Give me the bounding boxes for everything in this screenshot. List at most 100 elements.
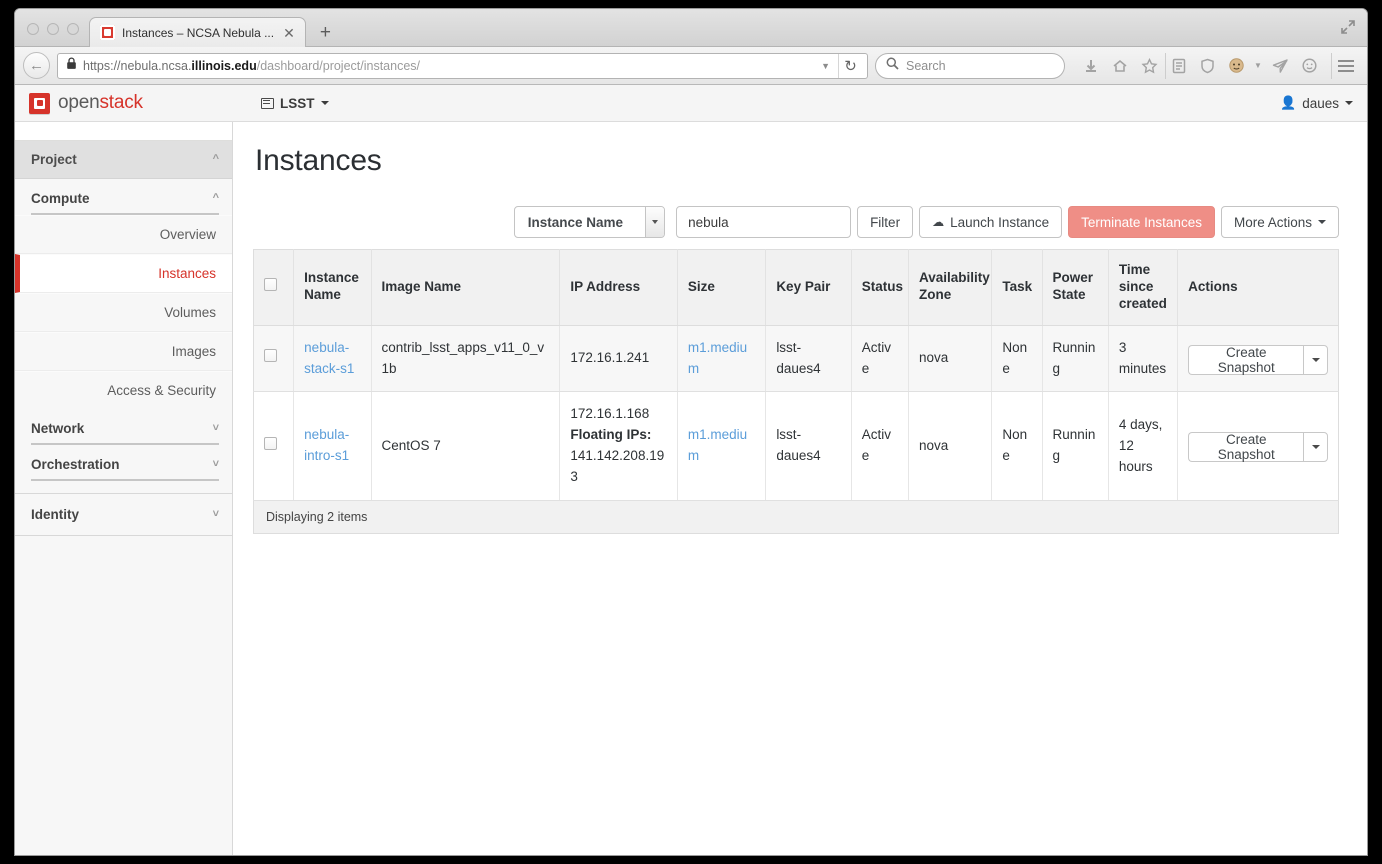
actions-dropdown-toggle[interactable] — [1303, 432, 1328, 463]
pocket-send-icon[interactable] — [1267, 53, 1293, 79]
sidebar-group-orchestration[interactable]: Orchestration ˅ — [15, 445, 232, 472]
bookmark-star-icon[interactable] — [1136, 53, 1162, 79]
sidebar-group-label: Network — [31, 421, 85, 436]
sidebar-item-access-security[interactable]: Access & Security — [15, 371, 232, 409]
openstack-topbar: openstack LSST 👤 daues — [15, 85, 1367, 122]
column-instance-name[interactable]: Instance Name — [293, 249, 372, 326]
column-availability-zone[interactable]: Availability Zone — [908, 249, 993, 326]
close-window-button[interactable] — [27, 23, 39, 35]
column-time-since-created[interactable]: Time since created — [1108, 249, 1179, 326]
cell-actions: Create Snapshot — [1177, 325, 1339, 393]
sidebar-section-project[interactable]: Project ^ — [15, 141, 232, 179]
column-size[interactable]: Size — [677, 249, 767, 326]
search-placeholder: Search — [906, 58, 946, 73]
minimize-window-button[interactable] — [47, 23, 59, 35]
select-all-checkbox[interactable] — [264, 278, 277, 292]
maximize-window-button[interactable] — [67, 23, 79, 35]
column-actions: Actions — [1177, 249, 1339, 326]
flavor-link[interactable]: m1.medium — [688, 427, 747, 463]
sidebar-item-images[interactable]: Images — [15, 332, 232, 371]
home-icon[interactable] — [1107, 53, 1133, 79]
download-icon[interactable] — [1078, 53, 1104, 79]
chat-icon[interactable] — [1296, 53, 1322, 79]
url-bar[interactable]: https://nebula.ncsa.illinois.edu/dashboa… — [57, 52, 868, 79]
fullscreen-icon[interactable] — [1339, 18, 1357, 36]
sidebar-divider — [15, 535, 232, 536]
shield-icon[interactable] — [1194, 53, 1220, 79]
more-actions-button[interactable]: More Actions — [1220, 206, 1339, 238]
sidebar-group-network[interactable]: Network ˅ — [15, 409, 232, 436]
search-icon — [886, 57, 899, 75]
sidebar-section-label: Project — [31, 152, 77, 167]
sidebar-group-compute[interactable]: Compute ^ — [15, 179, 232, 206]
cell-size: m1.medium — [677, 325, 767, 393]
sidebar-item-instances[interactable]: Instances — [15, 254, 232, 293]
chevron-down-icon — [320, 101, 329, 105]
sidebar-item-overview[interactable]: Overview — [15, 215, 232, 254]
close-icon[interactable]: ✕ — [281, 26, 297, 40]
user-menu[interactable]: 👤 daues — [1280, 95, 1353, 111]
tenant-switcher[interactable]: LSST — [261, 96, 329, 111]
openstack-wordmark: openstack — [58, 92, 143, 114]
table-toolbar: Instance Name Filter ☁ Launch Instance T… — [253, 206, 1339, 238]
fixed-ip: 172.16.1.168 — [570, 406, 650, 422]
sidebar-group-label: Orchestration — [31, 457, 120, 472]
url-host-prefix: nebula.ncsa. — [120, 58, 192, 73]
browser-search-bar[interactable]: Search — [875, 52, 1065, 79]
hamburger-menu-icon[interactable] — [1331, 52, 1359, 79]
terminate-instances-button[interactable]: Terminate Instances — [1068, 206, 1215, 238]
account-icon[interactable] — [1223, 53, 1249, 79]
sidebar-section-identity[interactable]: Identity ˅ — [15, 494, 232, 535]
column-power-state[interactable]: Power State — [1042, 249, 1109, 326]
column-ip-address[interactable]: IP Address — [559, 249, 678, 326]
filter-button[interactable]: Filter — [857, 206, 914, 238]
tab-title: Instances – NCSA Nebula ... — [122, 25, 275, 40]
create-snapshot-button[interactable]: Create Snapshot — [1188, 344, 1304, 375]
cloud-upload-icon: ☁ — [932, 215, 945, 229]
instance-name-link[interactable]: nebula-intro-s1 — [304, 427, 349, 463]
create-snapshot-button[interactable]: Create Snapshot — [1188, 432, 1304, 463]
row-checkbox[interactable] — [264, 436, 277, 450]
launch-instance-label: Launch Instance — [950, 214, 1050, 230]
page-body: Project ^ Compute ^ Overview Instances V… — [15, 122, 1367, 855]
cell-size: m1.medium — [677, 391, 767, 502]
actions-dropdown-toggle[interactable] — [1303, 344, 1328, 375]
flavor-link[interactable]: m1.medium — [688, 340, 747, 376]
column-image-name[interactable]: Image Name — [371, 249, 561, 326]
cell-image-name: CentOS 7 — [371, 391, 561, 502]
openstack-logo[interactable]: openstack — [29, 92, 261, 114]
openstack-favicon-icon — [100, 25, 115, 40]
cell-image-name: contrib_lsst_apps_v11_0_v1b — [371, 325, 561, 393]
project-icon — [261, 97, 274, 109]
chevron-up-icon: ^ — [212, 192, 219, 204]
browser-tab-active[interactable]: Instances – NCSA Nebula ... ✕ — [89, 17, 306, 47]
filter-field-select[interactable]: Instance Name — [513, 206, 666, 238]
table-row: nebula-intro-s1 CentOS 7 172.16.1.168 Fl… — [253, 391, 1339, 502]
cell-task: None — [991, 325, 1043, 393]
browser-toolbar-icons: ▼ — [1072, 52, 1359, 79]
launch-instance-button[interactable]: ☁ Launch Instance — [919, 206, 1063, 238]
chevron-down-icon[interactable]: ▼ — [821, 61, 832, 71]
sidebar-item-volumes[interactable]: Volumes — [15, 293, 232, 332]
back-button-icon[interactable]: ← — [23, 52, 50, 79]
window-controls — [15, 23, 89, 46]
chevron-down-icon[interactable]: ▼ — [1252, 53, 1264, 79]
column-status[interactable]: Status — [851, 249, 909, 326]
instance-name-link[interactable]: nebula-stack-s1 — [304, 340, 354, 376]
chevron-down-icon: ˅ — [212, 508, 219, 520]
sidebar: Project ^ Compute ^ Overview Instances V… — [15, 122, 233, 855]
table-row: nebula-stack-s1 contrib_lsst_apps_v11_0_… — [253, 325, 1339, 393]
column-key-pair[interactable]: Key Pair — [765, 249, 852, 326]
cell-availability-zone: nova — [908, 325, 993, 393]
new-tab-button[interactable]: + — [306, 23, 343, 46]
cell-time-since-created: 3 minutes — [1108, 325, 1179, 393]
reload-icon[interactable]: ↻ — [838, 53, 862, 78]
select-all-header — [253, 249, 295, 326]
column-task[interactable]: Task — [991, 249, 1043, 326]
filter-search-input[interactable] — [676, 206, 852, 238]
logo-text-open: open — [58, 92, 100, 113]
row-checkbox[interactable] — [264, 349, 277, 363]
cell-status: Active — [851, 325, 909, 393]
url-host-domain: illinois.edu — [191, 58, 257, 73]
reader-list-icon[interactable] — [1165, 52, 1191, 79]
